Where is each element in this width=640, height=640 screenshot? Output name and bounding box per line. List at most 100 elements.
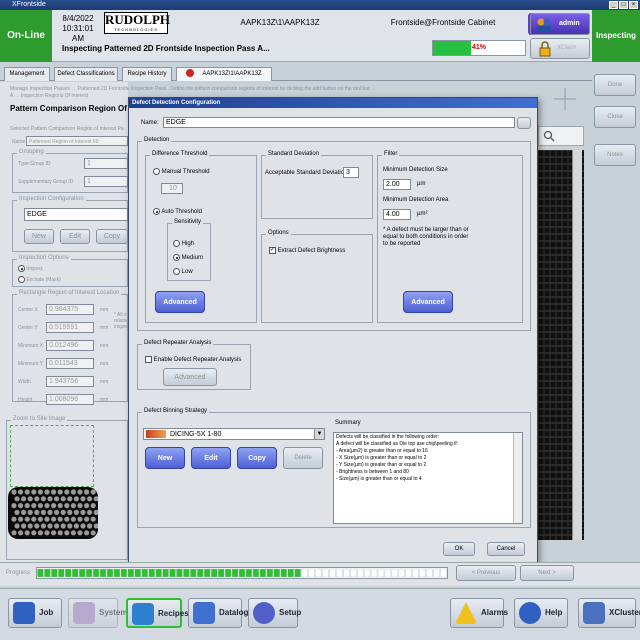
summary-scrollbar[interactable] <box>513 433 522 523</box>
inspect-radio[interactable]: Inspect <box>18 265 43 272</box>
selected-region-label: Selected Pattern Comparison Region of In… <box>10 126 124 132</box>
die-dot <box>44 530 50 536</box>
done-button[interactable]: Done <box>594 74 636 96</box>
progress-segment <box>176 568 183 578</box>
enable-repeater-checkbox[interactable]: Enable Defect Repeater Analysis <box>145 356 241 363</box>
center-x-field[interactable]: 0.984375 <box>46 304 94 315</box>
left-edit-button[interactable]: Edit <box>60 229 90 244</box>
filter-advanced-button[interactable]: Advanced <box>403 291 453 313</box>
progress-segment <box>329 568 336 578</box>
medium-radio[interactable]: Medium <box>173 254 203 261</box>
height-label: Height <box>18 397 33 403</box>
left-new-button[interactable]: New <box>24 229 54 244</box>
search-icon[interactable] <box>543 130 555 142</box>
minimum-x-field[interactable]: 0.012496 <box>46 340 94 351</box>
die-dot <box>47 509 53 515</box>
progress-segment <box>92 568 100 578</box>
ok-button[interactable]: OK <box>443 542 475 556</box>
die-dot <box>18 489 24 495</box>
region-name-field[interactable]: Patterned Region of Interest 69 <box>26 136 128 146</box>
tab-recipe-history[interactable]: Recipe History <box>122 67 172 81</box>
manual-threshold-field[interactable]: 10 <box>161 183 183 194</box>
manual-threshold-radio[interactable]: Manual Threshold <box>153 168 210 175</box>
type-group-field[interactable]: 1 <box>84 158 128 169</box>
system-button[interactable]: System <box>68 598 127 628</box>
site-image[interactable] <box>8 487 98 539</box>
progress-segment <box>169 568 176 578</box>
auto-threshold-radio[interactable]: Auto Threshold <box>153 208 202 215</box>
summary-box[interactable]: Defects will be classified in the follow… <box>333 432 523 524</box>
die-dot <box>31 530 37 536</box>
chevron-down-icon[interactable]: ▼ <box>314 429 324 439</box>
close-window-button[interactable]: × <box>629 1 638 9</box>
extract-brightness-checkbox[interactable]: ✓ Extract Defect Brightness <box>269 247 345 254</box>
maximize-button[interactable]: □ <box>619 1 628 9</box>
progress-segment <box>350 568 357 578</box>
minimum-y-field[interactable]: 0.011543 <box>46 358 94 369</box>
die-dot <box>90 489 96 495</box>
tab-management[interactable]: Management <box>4 67 50 81</box>
setup-button[interactable]: Setup <box>248 598 301 628</box>
die-dot <box>11 503 17 509</box>
exclude-radio[interactable]: Exclude (Mask) <box>18 276 61 283</box>
die-dot <box>47 523 53 529</box>
alarms-button[interactable]: Alarms <box>450 598 508 628</box>
die-dot <box>77 503 83 509</box>
supp-group-field[interactable]: 1 <box>84 176 128 187</box>
next-button[interactable]: Next > <box>520 565 574 581</box>
crosshair-icon[interactable] <box>550 86 580 112</box>
tab-defect-classifications[interactable]: Defect Classifications <box>54 67 118 81</box>
die-dot <box>77 489 83 495</box>
die-dot <box>27 523 33 529</box>
image-scrollbar[interactable] <box>572 150 582 540</box>
dialog-name-field[interactable]: EDGE <box>163 117 515 128</box>
user-button-face[interactable]: admin <box>530 13 590 35</box>
die-dot <box>87 523 93 529</box>
center-y-field[interactable]: 0.515591 <box>46 322 94 333</box>
help-button[interactable]: Help <box>514 598 568 628</box>
progress-segment <box>363 568 371 578</box>
datalog-button[interactable]: Datalog <box>188 598 248 628</box>
name-browse-button[interactable] <box>517 117 531 129</box>
die-dot <box>70 489 76 495</box>
progress-label: Progress <box>6 570 31 576</box>
progress-segment <box>51 568 58 578</box>
progress-segment <box>211 568 218 578</box>
cancel-button[interactable]: Cancel <box>487 542 525 556</box>
center-x-label: Center X <box>18 307 38 313</box>
min-size-field[interactable]: 2.00 <box>383 179 411 190</box>
recipes-button[interactable]: Recipes <box>126 598 189 628</box>
binning-select[interactable]: DICING-5X 1-80 ▼ <box>143 428 325 440</box>
repeater-advanced-button[interactable]: Advanced <box>163 368 217 386</box>
binning-copy-button[interactable]: Copy <box>237 447 277 469</box>
close-button[interactable]: Close <box>594 106 636 128</box>
manual-radio-dot <box>153 168 160 175</box>
binning-delete-button[interactable]: Delete <box>283 447 323 469</box>
width-field[interactable]: 1.943756 <box>46 376 94 387</box>
progress-segment <box>204 568 211 578</box>
tab-recipe[interactable]: AAPK13Z\1\AAPK13Z <box>176 67 272 81</box>
progress-segment <box>245 568 253 578</box>
job-button[interactable]: Job <box>8 598 62 628</box>
std-dev-field[interactable]: 3 <box>343 167 359 178</box>
height-field[interactable]: 1.008096 <box>46 394 94 405</box>
progress-segment <box>113 568 121 578</box>
binning-edit-button[interactable]: Edit <box>191 447 231 469</box>
die-dot <box>90 516 96 522</box>
die-dot <box>84 516 90 522</box>
insp-config-field[interactable]: EDGE <box>24 208 128 221</box>
min-area-field[interactable]: 4.00 <box>383 209 411 220</box>
previous-button[interactable]: < Previous <box>456 565 516 581</box>
binning-new-button[interactable]: New <box>145 447 185 469</box>
threshold-advanced-button[interactable]: Advanced <box>155 291 205 313</box>
die-dot <box>54 509 60 515</box>
left-copy-button[interactable]: Copy <box>96 229 128 244</box>
notes-button[interactable]: Notes <box>594 144 636 166</box>
progress-segment <box>294 568 301 578</box>
low-radio[interactable]: Low <box>173 268 193 275</box>
xcluster-button[interactable]: XCluster <box>578 598 640 628</box>
xclaim-button[interactable]: XClaim <box>530 38 590 59</box>
high-radio[interactable]: High <box>173 240 194 247</box>
minimize-button[interactable]: _ <box>609 1 618 9</box>
progress-segment <box>287 568 294 578</box>
